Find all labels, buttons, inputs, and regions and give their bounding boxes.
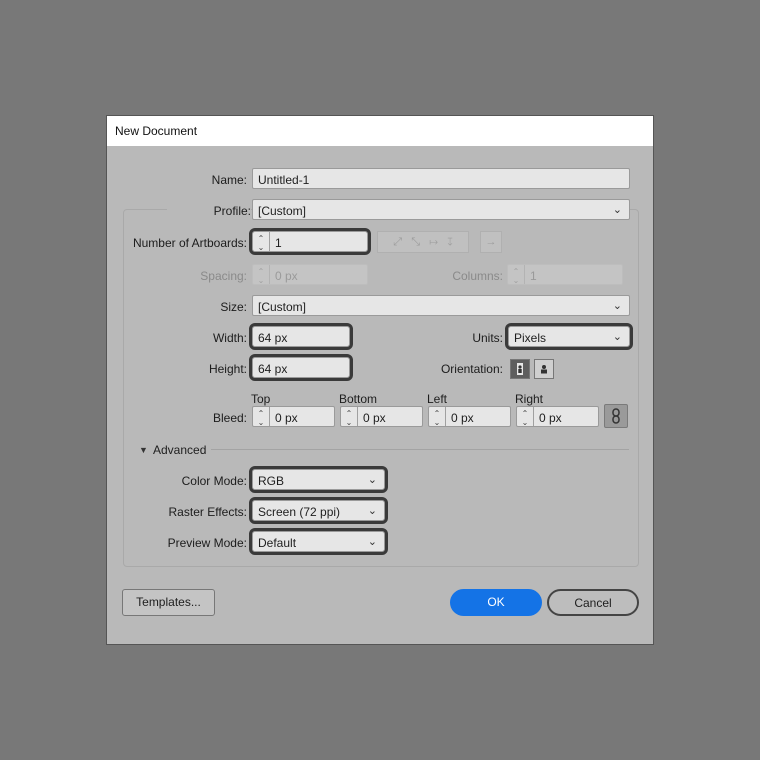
portrait-orientation-icon[interactable] xyxy=(510,359,530,379)
width-field[interactable]: 64 px xyxy=(249,323,353,350)
preview-mode-select[interactable]: Default ⌄ xyxy=(249,528,388,555)
size-label: Size: xyxy=(220,300,247,314)
height-value: 64 px xyxy=(258,362,288,376)
chevron-down-icon: ⌄ xyxy=(367,505,377,517)
color-mode-label: Color Mode: xyxy=(181,474,247,488)
size-value: [Custom] xyxy=(258,300,307,314)
raster-effects-label: Raster Effects: xyxy=(168,505,247,519)
units-label: Units: xyxy=(472,331,503,345)
size-select[interactable]: [Custom] ⌄ xyxy=(252,295,630,316)
name-label: Name: xyxy=(211,173,247,187)
profile-select[interactable]: [Custom] ⌄ xyxy=(252,199,630,220)
templates-button[interactable]: Templates... xyxy=(122,589,215,616)
stepper-arrows-icon[interactable]: ⌃ ⌄ xyxy=(517,407,534,427)
dialog-title: New Document xyxy=(115,124,198,138)
chevron-down-icon: ⌄ xyxy=(367,474,377,486)
chevron-down-icon: ⌄ xyxy=(612,331,622,343)
width-label: Width: xyxy=(212,331,247,345)
new-document-dialog: New Document Name: Untitled-1 Profile: [… xyxy=(106,115,654,645)
stepper-arrows-icon: ⌃ ⌄ xyxy=(508,265,525,285)
spacing-field[interactable]: ⌃ ⌄ 0 px xyxy=(252,264,368,285)
bleed-bottom-field[interactable]: ⌃ ⌄ 0 px xyxy=(340,406,423,427)
bleed-top-value: 0 px xyxy=(275,411,298,425)
bleed-left-value: 0 px xyxy=(451,411,474,425)
raster-effects-select[interactable]: Screen (72 ppi) ⌄ xyxy=(249,497,388,524)
profile-label: Profile: xyxy=(167,204,251,218)
artboards-stepper[interactable]: ⌃ ⌄ 1 xyxy=(249,228,371,255)
spacing-value: 0 px xyxy=(275,269,298,283)
columns-value: 1 xyxy=(530,269,537,283)
chevron-down-icon: ⌄ xyxy=(367,536,377,548)
ok-button[interactable]: OK xyxy=(450,589,542,616)
color-mode-value: RGB xyxy=(258,474,285,488)
columns-label: Columns: xyxy=(452,269,503,283)
disclosure-triangle-icon[interactable]: ▼ xyxy=(139,445,148,455)
landscape-orientation-icon[interactable] xyxy=(534,359,554,379)
artboards-value: 1 xyxy=(275,236,282,250)
advanced-toggle[interactable]: Advanced xyxy=(153,443,206,457)
artboards-label: Number of Artboards: xyxy=(132,236,247,250)
name-value: Untitled-1 xyxy=(258,173,310,187)
orientation-label: Orientation: xyxy=(440,362,503,376)
bleed-left-label: Left xyxy=(427,392,448,406)
bleed-right-field[interactable]: ⌃ ⌄ 0 px xyxy=(516,406,599,427)
bleed-top-label: Top xyxy=(251,392,271,406)
bleed-bottom-label: Bottom xyxy=(339,392,378,406)
right-to-left-layout-icon[interactable]: → xyxy=(480,231,502,253)
stepper-arrows-icon: ⌃ ⌄ xyxy=(253,265,270,285)
spacing-label: Spacing: xyxy=(200,269,247,283)
bleed-bottom-value: 0 px xyxy=(363,411,386,425)
grid-by-row-icon[interactable]: ⤢ xyxy=(393,236,402,248)
units-select[interactable]: Pixels ⌄ xyxy=(505,323,633,350)
preview-mode-label: Preview Mode: xyxy=(167,536,247,550)
link-bleed-icon[interactable] xyxy=(604,404,628,428)
bleed-left-field[interactable]: ⌃ ⌄ 0 px xyxy=(428,406,511,427)
bleed-label: Bleed: xyxy=(212,411,247,425)
width-value: 64 px xyxy=(258,331,288,345)
profile-value: [Custom] xyxy=(258,204,307,218)
arrange-by-column-icon[interactable]: ↧ xyxy=(447,236,453,248)
height-field[interactable]: 64 px xyxy=(249,354,353,381)
cancel-button[interactable]: Cancel xyxy=(547,589,639,616)
stepper-arrows-icon[interactable]: ⌃ ⌄ xyxy=(341,407,358,427)
color-mode-select[interactable]: RGB ⌄ xyxy=(249,466,388,493)
chevron-down-icon: ⌄ xyxy=(612,204,622,216)
bleed-right-label: Right xyxy=(515,392,544,406)
stepper-arrows-icon[interactable]: ⌃ ⌄ xyxy=(253,232,270,252)
grid-by-column-icon[interactable]: ⤡ xyxy=(411,236,420,248)
chevron-down-icon: ⌄ xyxy=(612,300,622,312)
units-value: Pixels xyxy=(514,331,547,345)
dialog-titlebar: New Document xyxy=(107,116,653,146)
columns-field[interactable]: ⌃ ⌄ 1 xyxy=(507,264,623,285)
arrange-by-row-icon[interactable]: ↦ xyxy=(429,236,438,248)
name-field[interactable]: Untitled-1 xyxy=(252,168,630,189)
bleed-top-field[interactable]: ⌃ ⌄ 0 px xyxy=(252,406,335,427)
height-label: Height: xyxy=(208,362,247,376)
artboard-arrangement-group: ⤢ ⤡ ↦ ↧ xyxy=(377,231,469,253)
advanced-divider xyxy=(211,449,629,450)
stepper-arrows-icon[interactable]: ⌃ ⌄ xyxy=(429,407,446,427)
bleed-right-value: 0 px xyxy=(539,411,562,425)
preview-mode-value: Default xyxy=(258,536,297,550)
raster-effects-value: Screen (72 ppi) xyxy=(258,505,341,519)
stepper-arrows-icon[interactable]: ⌃ ⌄ xyxy=(253,407,270,427)
